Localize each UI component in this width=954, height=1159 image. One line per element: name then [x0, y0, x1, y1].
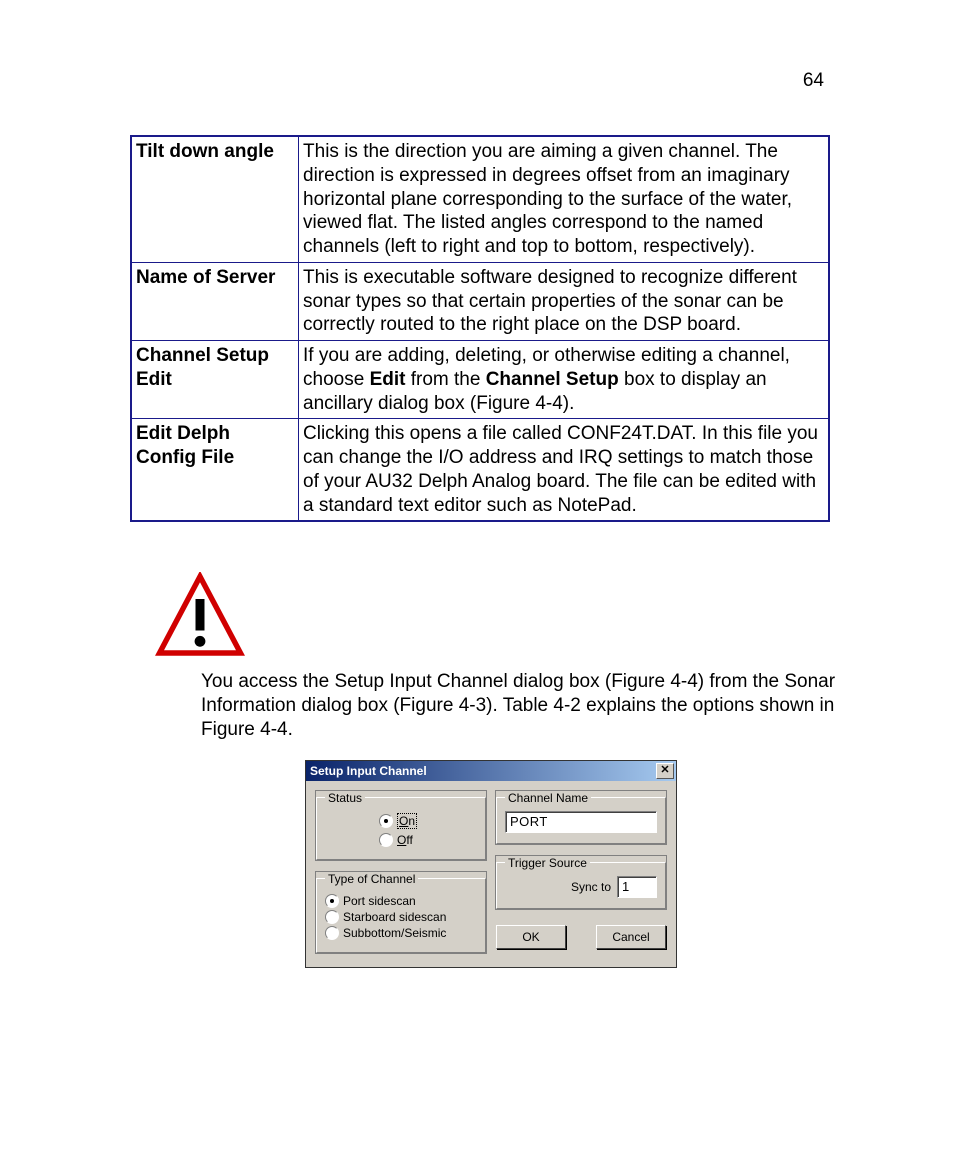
text-fragment: from the	[405, 369, 485, 390]
ok-button[interactable]: OK	[496, 925, 566, 949]
radio-icon	[379, 833, 393, 847]
radio-icon	[325, 926, 339, 940]
close-button[interactable]: ✕	[656, 763, 674, 779]
text-fragment-bold: Channel Setup	[486, 369, 619, 390]
radio-icon	[325, 910, 339, 924]
close-icon: ✕	[660, 764, 669, 776]
status-on-label: On	[397, 813, 417, 829]
type-option-label: Subbottom/Seismic	[343, 926, 446, 940]
warning-icon	[155, 572, 245, 662]
table-row: Edit Delph Config File Clicking this ope…	[131, 419, 829, 522]
setup-input-channel-dialog: Setup Input Channel ✕ Status On	[305, 760, 677, 968]
row-label: Edit Delph Config File	[131, 419, 299, 522]
channel-name-legend: Channel Name	[505, 791, 591, 805]
sync-to-label: Sync to	[571, 880, 611, 894]
table-row: Channel Setup Edit If you are adding, de…	[131, 341, 829, 419]
sync-to-input[interactable]: 1	[617, 876, 657, 898]
status-group: Status On Off	[316, 791, 486, 860]
status-on-radio[interactable]: On	[379, 813, 423, 829]
definitions-table: Tilt down angle This is the direction yo…	[130, 135, 830, 522]
main-content: Tilt down angle This is the direction yo…	[130, 135, 830, 968]
status-legend: Status	[325, 791, 365, 805]
status-off-radio[interactable]: Off	[379, 833, 423, 847]
radio-icon	[379, 814, 393, 828]
trigger-source-legend: Trigger Source	[505, 856, 590, 870]
dialog-title: Setup Input Channel	[310, 764, 427, 778]
status-off-label: Off	[397, 833, 413, 847]
row-desc: This is executable software designed to …	[299, 262, 829, 340]
type-legend: Type of Channel	[325, 872, 418, 886]
channel-name-group: Channel Name PORT	[496, 791, 666, 844]
intro-paragraph: You access the Setup Input Channel dialo…	[201, 670, 841, 741]
type-port-sidescan-radio[interactable]: Port sidescan	[325, 894, 477, 908]
row-label: Channel Setup Edit	[131, 341, 299, 419]
row-desc: If you are adding, deleting, or otherwis…	[299, 341, 829, 419]
table-row: Tilt down angle This is the direction yo…	[131, 136, 829, 262]
channel-name-input[interactable]: PORT	[505, 811, 657, 833]
type-option-label: Starboard sidescan	[343, 910, 446, 924]
page-number: 64	[803, 70, 824, 92]
cancel-button[interactable]: Cancel	[596, 925, 666, 949]
row-label: Name of Server	[131, 262, 299, 340]
type-subbottom-seismic-radio[interactable]: Subbottom/Seismic	[325, 926, 477, 940]
radio-icon	[325, 894, 339, 908]
type-option-label: Port sidescan	[343, 894, 416, 908]
row-desc: Clicking this opens a file called CONF24…	[299, 419, 829, 522]
text-fragment-bold: Edit	[370, 369, 406, 390]
trigger-source-group: Trigger Source Sync to 1	[496, 856, 666, 909]
row-label: Tilt down angle	[131, 136, 299, 262]
type-starboard-sidescan-radio[interactable]: Starboard sidescan	[325, 910, 477, 924]
type-of-channel-group: Type of Channel Port sidescan Starboard …	[316, 872, 486, 953]
dialog-titlebar[interactable]: Setup Input Channel ✕	[306, 761, 676, 781]
row-desc: This is the direction you are aiming a g…	[299, 136, 829, 262]
table-row: Name of Server This is executable softwa…	[131, 262, 829, 340]
